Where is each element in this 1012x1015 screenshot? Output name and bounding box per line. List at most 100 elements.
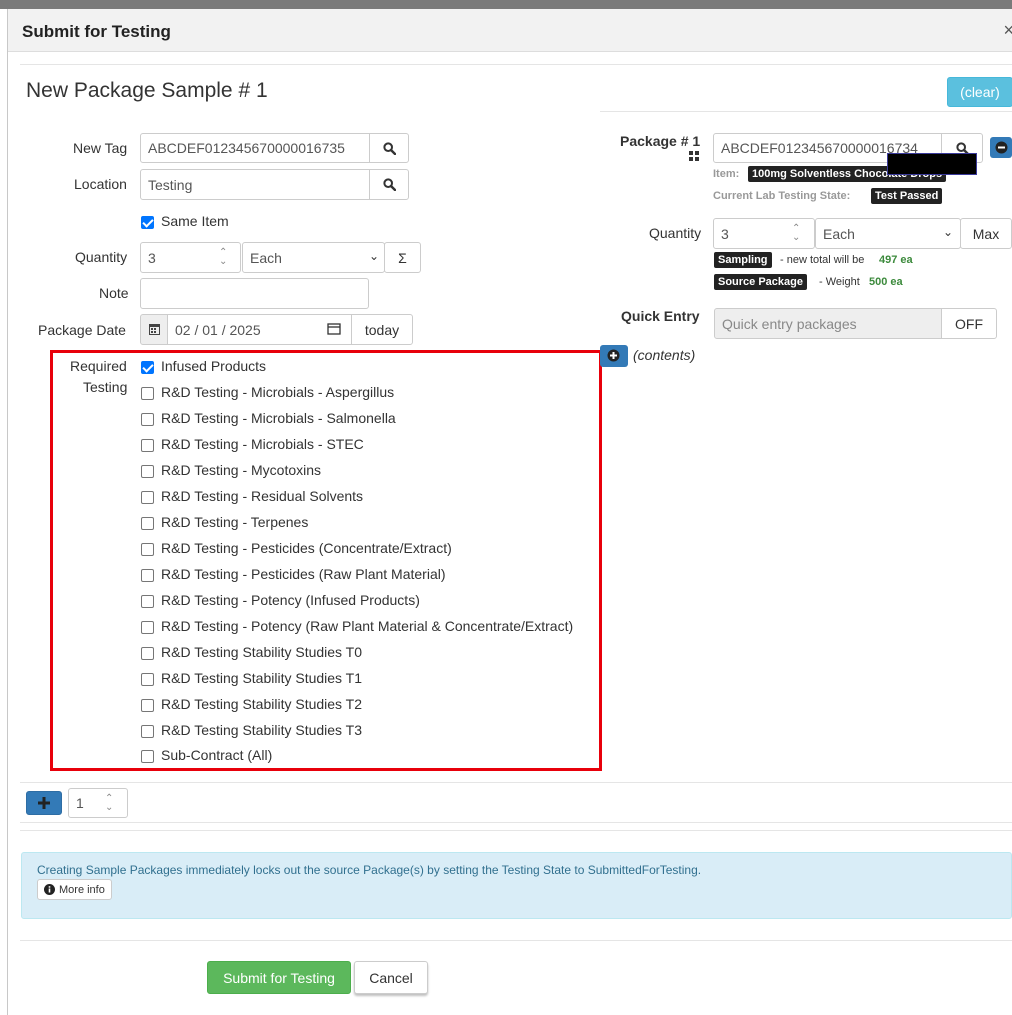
max-button[interactable]: Max (960, 218, 1012, 249)
more-info-label: More info (59, 883, 105, 896)
testing-checkbox[interactable] (141, 439, 154, 452)
sampling-badge: Sampling (714, 252, 772, 268)
testing-checkbox[interactable] (141, 491, 154, 504)
sum-button[interactable]: Σ (384, 242, 421, 273)
contents-label: (contents) (633, 347, 696, 363)
lab-state-badge: Test Passed (871, 188, 943, 204)
testing-option-label: R&D Testing Stability Studies T1 (161, 670, 363, 686)
calendar-addon (140, 314, 168, 345)
divider (20, 830, 1012, 831)
testing-checkbox[interactable] (141, 543, 154, 556)
testing-option-label: R&D Testing - Mycotoxins (161, 462, 322, 478)
testing-option-label: R&D Testing - Potency (Infused Products) (161, 592, 420, 608)
testing-option-label: R&D Testing - Terpenes (161, 514, 309, 530)
testing-checkbox[interactable] (141, 361, 154, 374)
testing-option-label: R&D Testing - Microbials - STEC (161, 436, 364, 452)
location-input[interactable]: Testing (140, 169, 370, 200)
testing-checkbox[interactable] (141, 517, 154, 530)
location-label: Location (74, 176, 127, 192)
remove-package-button[interactable] (990, 137, 1012, 158)
same-item-label: Same Item (161, 213, 229, 229)
modal-header: Submit for Testing × (8, 9, 1012, 52)
new-tag-search-button[interactable] (369, 133, 409, 163)
quick-entry-toggle[interactable]: OFF (941, 308, 997, 339)
info-alert: Creating Sample Packages immediately loc… (21, 852, 1012, 919)
testing-option-label: Sub-Contract (All) (161, 747, 273, 763)
note-label: Note (99, 285, 129, 301)
package-date-input[interactable]: 02 / 01 / 2025 (167, 314, 352, 345)
source-package-badge: Source Package (714, 274, 807, 290)
testing-option-label: R&D Testing - Pesticides (Concentrate/Ex… (161, 540, 452, 556)
info-icon (44, 884, 55, 895)
quantity-label: Quantity (75, 249, 128, 265)
testing-option-label: R&D Testing - Microbials - Aspergillus (161, 384, 395, 400)
testing-checkbox[interactable] (141, 673, 154, 686)
testing-option-label: R&D Testing Stability Studies T2 (161, 696, 363, 712)
plus-icon (38, 797, 50, 809)
section-title: New Package Sample # 1 (26, 79, 268, 102)
sampling-text: - new total will be (780, 254, 865, 266)
divider (20, 822, 1012, 823)
right-quantity-spinner-icon[interactable]: ⌃ ⌄ (792, 224, 800, 243)
testing-option-label: R&D Testing - Pesticides (Raw Plant Mate… (161, 566, 446, 582)
cancel-button[interactable]: Cancel (354, 961, 428, 994)
testing-checkbox[interactable] (141, 465, 154, 478)
testing-checkbox[interactable] (141, 621, 154, 634)
submit-for-testing-button[interactable]: Submit for Testing (207, 961, 351, 994)
testing-option-label: Infused Products (161, 358, 267, 374)
expand-contents-button[interactable] (600, 345, 628, 367)
testing-option-label: R&D Testing - Potency (Raw Plant Materia… (161, 618, 574, 634)
quick-entry-input[interactable]: Quick entry packages (714, 308, 942, 339)
note-input[interactable] (140, 278, 369, 309)
source-weight-text: - Weight (819, 276, 860, 288)
chevron-down-icon: ⌄ (369, 249, 380, 263)
package-label: Package # 1 (620, 133, 701, 149)
testing-checkbox[interactable] (141, 699, 154, 712)
grid-icon[interactable] (689, 151, 699, 161)
count-spinner-icon[interactable]: ⌃ ⌄ (105, 794, 113, 813)
sample-count-input[interactable]: 1 (68, 788, 128, 818)
calendar-icon (148, 324, 160, 335)
close-icon[interactable]: × (1003, 20, 1012, 41)
sampling-total: 497 ea (879, 254, 913, 266)
lab-state-label: Current Lab Testing State: (713, 190, 851, 202)
right-unit-select[interactable]: Each (815, 218, 961, 249)
right-quantity-label: Quantity (649, 225, 702, 241)
testing-option-label: R&D Testing Stability Studies T0 (161, 644, 363, 660)
alert-text: Creating Sample Packages immediately loc… (37, 863, 702, 877)
testing-checkbox[interactable] (141, 647, 154, 660)
chevron-down-icon: ⌄ (943, 225, 954, 239)
testing-checkbox[interactable] (141, 387, 154, 400)
search-icon (382, 141, 396, 155)
testing-option-label: R&D Testing - Microbials - Salmonella (161, 410, 396, 426)
divider (20, 940, 1012, 941)
testing-checkbox[interactable] (141, 725, 154, 738)
testing-option-label: R&D Testing Stability Studies T3 (161, 722, 363, 738)
search-icon (382, 178, 396, 191)
same-item-checkbox[interactable] (141, 216, 154, 229)
window-left-border (7, 9, 8, 1015)
new-tag-input[interactable]: ABCDEF012345670000016735 (140, 133, 370, 163)
testing-checkbox[interactable] (141, 569, 154, 582)
more-info-button[interactable]: More info (37, 879, 112, 900)
minus-circle-icon (995, 141, 1008, 154)
location-search-button[interactable] (369, 169, 409, 200)
package-date-label: Package Date (38, 322, 126, 338)
new-tag-label: New Tag (73, 140, 128, 156)
source-weight-value: 500 ea (869, 276, 903, 288)
modal-title: Submit for Testing (22, 22, 171, 41)
divider (600, 111, 1012, 112)
window-top-bar (0, 0, 1012, 9)
add-sample-button[interactable] (26, 791, 62, 815)
unit-select[interactable]: Each (242, 242, 385, 273)
testing-checkbox[interactable] (141, 595, 154, 608)
testing-option-label: R&D Testing - Residual Solvents (161, 488, 364, 504)
clear-button[interactable]: (clear) (947, 77, 1012, 107)
testing-checkbox[interactable] (141, 413, 154, 426)
redaction-box (887, 153, 977, 175)
date-picker-icon[interactable] (327, 322, 341, 335)
quick-entry-label: Quick Entry (621, 308, 700, 324)
quantity-spinner-icon[interactable]: ⌃ ⌄ (219, 248, 227, 267)
testing-checkbox[interactable] (141, 750, 154, 763)
today-button[interactable]: today (351, 314, 413, 345)
